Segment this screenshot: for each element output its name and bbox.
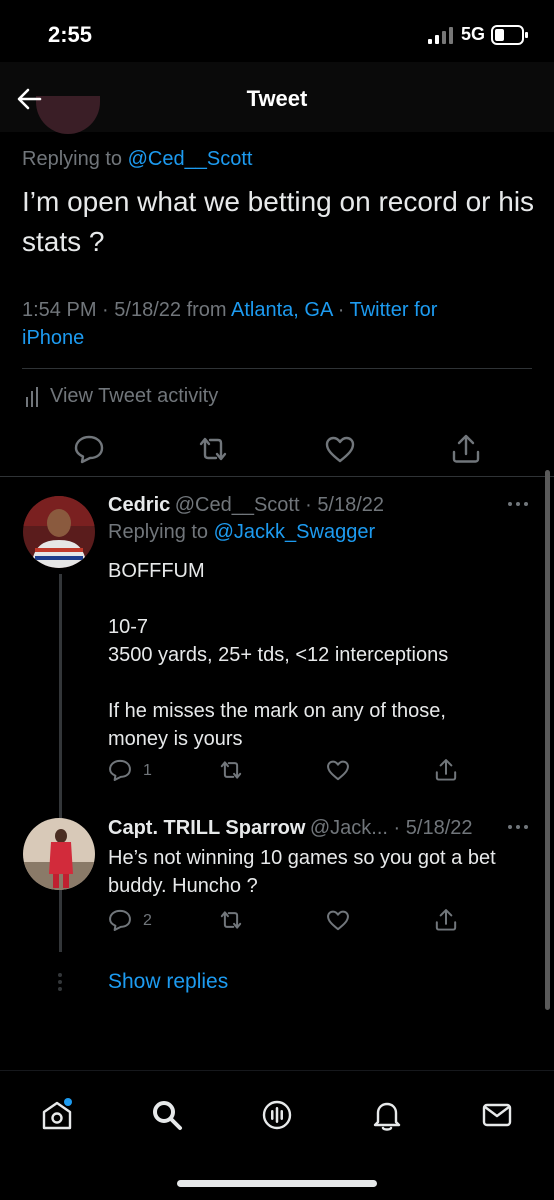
status-time: 2:55 <box>48 22 93 47</box>
tweet-meta: 1:54 PM · 5/18/22 from Atlanta, GA · Twi… <box>22 299 438 349</box>
reply-text: BOFFFUM 10-7 3500 yards, 25+ tds, <12 in… <box>108 560 449 750</box>
reply-text: He’s not winning 10 games so you got a b… <box>108 847 496 897</box>
replying-prefix: Replying to <box>22 148 123 170</box>
scrollbar[interactable] <box>545 470 550 1010</box>
retweet-icon[interactable] <box>218 907 244 933</box>
replying-handle-link[interactable]: @Jackk_Swagger <box>214 521 375 543</box>
search-icon[interactable] <box>150 1098 184 1132</box>
avatar[interactable] <box>23 818 95 890</box>
more-options-icon[interactable] <box>506 823 530 831</box>
avatar-image <box>23 818 95 890</box>
like-icon[interactable] <box>325 757 351 783</box>
user-handle[interactable]: @Ced__Scott <box>175 494 300 516</box>
client-part2: iPhone <box>22 327 85 349</box>
reply-header: Cedric @Ced__Scott · 5/18/22 <box>108 494 385 516</box>
reply-count: 1 <box>143 762 152 779</box>
messages-icon[interactable] <box>480 1098 514 1132</box>
reply-icon[interactable] <box>107 907 133 933</box>
display-name[interactable]: Cedric <box>108 494 170 516</box>
show-replies-link[interactable]: Show replies <box>108 970 228 994</box>
reply-date: 5/18/22 <box>317 494 385 516</box>
reply-count: 2 <box>143 912 152 929</box>
spaces-icon[interactable] <box>260 1098 294 1132</box>
location-link[interactable]: Atlanta, GA <box>231 299 332 321</box>
thread-dots-icon <box>58 973 62 991</box>
reply-header: Capt. TRILL Sparrow @Jack... · 5/18/22 <box>108 817 473 839</box>
home-icon[interactable] <box>40 1098 74 1132</box>
replying-prefix: Replying to <box>108 521 209 543</box>
display-name[interactable]: Capt. TRILL Sparrow <box>108 817 305 839</box>
share-icon[interactable] <box>433 907 459 933</box>
notifications-icon[interactable] <box>370 1098 404 1132</box>
share-icon[interactable] <box>449 432 483 466</box>
divider <box>22 368 532 369</box>
battery-icon <box>491 25 528 45</box>
more-options-icon[interactable] <box>506 500 530 508</box>
retweet-icon[interactable] <box>218 757 244 783</box>
divider <box>0 1070 554 1071</box>
client-part1: Twitter for <box>349 299 438 321</box>
like-icon[interactable] <box>325 907 351 933</box>
activity-label: View Tweet activity <box>50 385 219 407</box>
reply-date: 5/18/22 <box>405 817 473 839</box>
home-indicator[interactable] <box>177 1180 377 1187</box>
user-handle[interactable]: @Jack... <box>310 817 388 839</box>
avatar-image <box>23 496 95 568</box>
retweet-icon[interactable] <box>196 432 230 466</box>
replying-to: Replying to @Jackk_Swagger <box>108 521 375 544</box>
view-tweet-activity[interactable]: View Tweet activity <box>26 385 218 408</box>
page-title: Tweet <box>246 86 308 111</box>
reply-icon[interactable] <box>107 757 133 783</box>
divider <box>0 476 554 477</box>
analytics-icon <box>26 386 38 407</box>
signal-icon <box>428 27 453 44</box>
replying-handle-link[interactable]: @Ced__Scott <box>128 148 253 170</box>
tweet-time: 1:54 PM <box>22 299 97 321</box>
network-label: 5G <box>461 24 486 44</box>
tweet-date: 5/18/22 <box>114 299 181 321</box>
tweet-text: I’m open what we betting on record or hi… <box>22 186 535 257</box>
like-icon[interactable] <box>323 432 357 466</box>
share-icon[interactable] <box>433 757 459 783</box>
replying-to: Replying to @Ced__Scott <box>22 148 252 171</box>
avatar[interactable] <box>23 496 95 568</box>
thread-line <box>59 574 62 952</box>
reply-icon[interactable] <box>72 432 106 466</box>
from-word: from <box>186 299 227 321</box>
